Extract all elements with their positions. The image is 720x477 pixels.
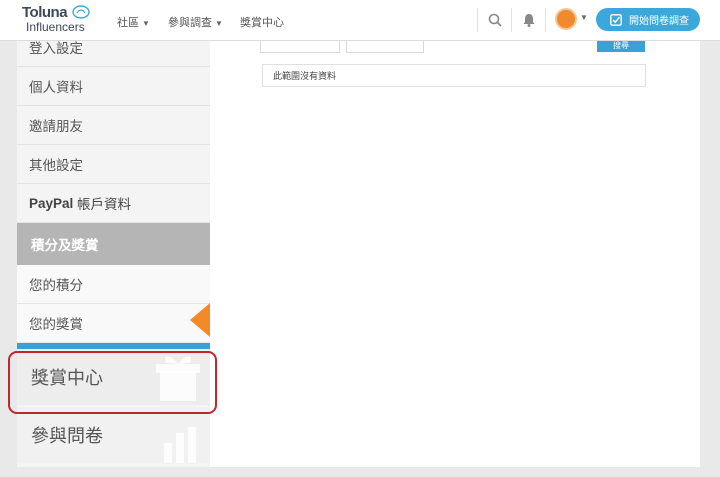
filter-dropdown-from[interactable] [260,41,340,53]
sidebar-item-your-points[interactable]: 您的積分 [17,265,210,304]
sidebar-item-your-rewards[interactable]: 您的獎賞 [17,304,210,343]
sidebar-section-points-rewards[interactable]: 積分及獎賞 [17,223,210,265]
bell-icon[interactable] [521,12,537,28]
search-button[interactable]: 搜尋 [597,41,645,52]
start-survey-button[interactable]: 開始問卷調查 [596,8,700,31]
sidebar-item-personal-info[interactable]: 個人資料 [17,67,210,106]
chevron-down-icon: ▼ [142,19,150,28]
chevron-down-icon: ▼ [215,19,223,28]
header-divider [477,8,478,32]
chevron-down-icon[interactable]: ▼ [580,13,588,22]
toluna-logo[interactable]: Toluna Influencers [22,4,98,36]
highlight-annotation [8,351,217,414]
sidebar-item-take-surveys[interactable]: 參與問卷 [17,407,210,463]
nav-surveys[interactable]: 參與調查 ▼ [168,14,223,30]
sidebar-item-invite-friends[interactable]: 邀請朋友 [17,106,210,145]
main-content: 搜尋 此範圍沒有資料 [210,41,700,467]
sidebar-item-paypal[interactable]: PayPal 帳戶資料 [17,184,210,223]
filter-dropdown-to[interactable] [346,41,424,53]
header-divider [511,8,512,32]
search-icon[interactable] [487,12,503,28]
sidebar-item-login-settings[interactable]: 登入設定 [17,41,210,67]
checkbox-icon [610,13,622,26]
nav-community[interactable]: 社區 ▼ [117,14,150,30]
top-navbar: Toluna Influencers 社區 ▼ 參與調查 ▼ 獎賞中心 ▼ 開始問卷… [0,0,720,41]
active-item-pointer [190,303,210,337]
header-divider [545,8,546,32]
empty-results-message: 此範圍沒有資料 [273,71,337,81]
avatar[interactable] [555,8,577,30]
bar-chart-watermark-icon [164,427,196,463]
nav-rewards-center[interactable]: 獎賞中心 [240,14,284,30]
start-survey-label: 開始問卷調查 [629,16,689,27]
empty-results-box: 此範圍沒有資料 [262,64,646,87]
logo-bubble-icon [72,5,90,19]
sidebar-item-other-settings[interactable]: 其他設定 [17,145,210,184]
logo-wordmark-bottom: Influencers [26,20,85,34]
logo-wordmark-top: Toluna [22,4,68,21]
